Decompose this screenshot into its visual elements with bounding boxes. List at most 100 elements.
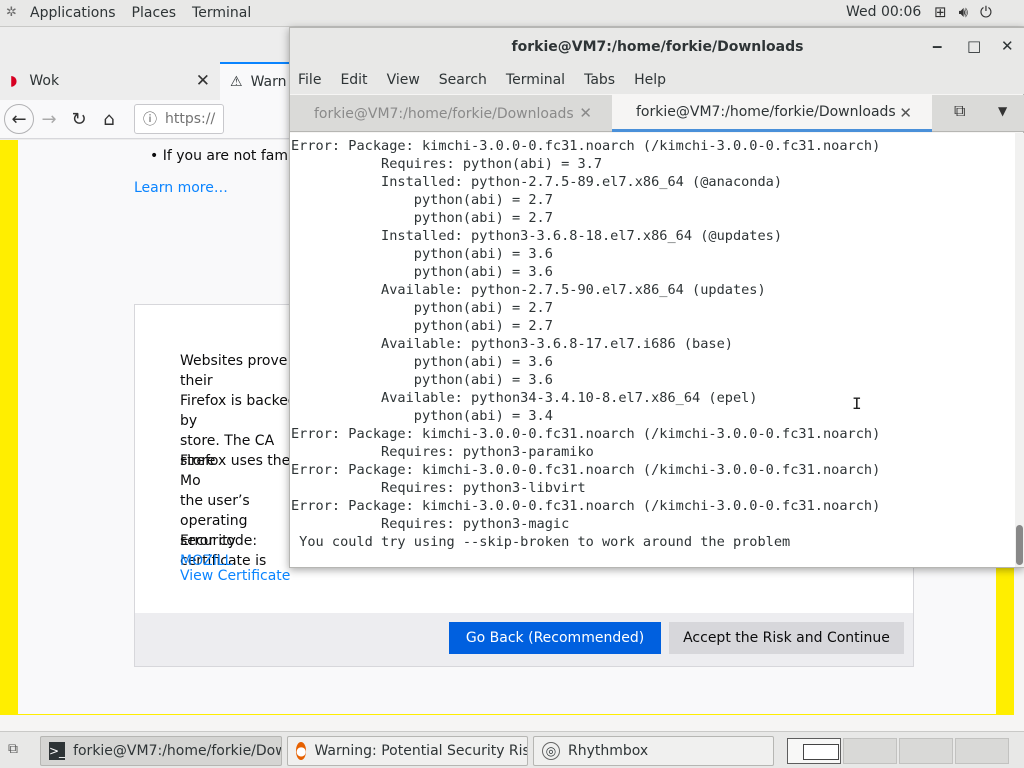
workspace-1[interactable] bbox=[787, 738, 841, 764]
terminal-line: Installed: python-2.7.5-89.el7.x86_64 (@… bbox=[291, 174, 783, 190]
tab-label: Wok bbox=[29, 73, 60, 89]
places-label: Places bbox=[131, 5, 177, 21]
terminal-line: Error: Package: kimchi-3.0.0-0.fc31.noar… bbox=[291, 426, 881, 442]
close-icon[interactable]: ✕ bbox=[579, 104, 592, 122]
terminal-line: Requires: python3-magic bbox=[291, 516, 570, 532]
url-bar[interactable]: ⓘ https:// bbox=[134, 104, 224, 134]
terminal-icon: >_ bbox=[49, 742, 66, 760]
applications-icon: ✲ bbox=[6, 5, 17, 20]
places-menu[interactable]: Places bbox=[124, 0, 185, 27]
clock[interactable]: Wed 00:06 bbox=[846, 4, 921, 20]
show-desktop-icon[interactable]: ⧉ bbox=[8, 741, 18, 757]
firefox-tab-strip: ◗ Wok ✕ ⚠ Warn bbox=[0, 62, 290, 100]
terminal-app-menu[interactable]: Terminal bbox=[184, 0, 259, 27]
workspace-4[interactable] bbox=[955, 738, 1009, 764]
terminal-line: python(abi) = 2.7 bbox=[291, 210, 553, 226]
firefox-tab-warning[interactable]: ⚠ Warn bbox=[220, 62, 290, 100]
applications-menu[interactable]: ✲ Applications bbox=[0, 0, 124, 27]
workspace-3[interactable] bbox=[899, 738, 953, 764]
terminal-menubar: File Edit View Search Terminal Tabs Help bbox=[290, 66, 1024, 94]
terminal-line: Requires: python3-paramiko bbox=[291, 444, 594, 460]
window-title: forkie@VM7:/home/forkie/Downloads bbox=[511, 39, 804, 55]
window-list: ⧉ >_ forkie@VM7:/home/forkie/Dow... ● Wa… bbox=[0, 731, 1024, 768]
close-icon[interactable]: ✕ bbox=[196, 71, 210, 91]
url-text: https:// bbox=[165, 111, 216, 127]
error-code-link[interactable]: MOZILL bbox=[180, 553, 232, 569]
terminal-tab-2[interactable]: forkie@VM7:/home/forkie/Downloads ✕ bbox=[612, 95, 932, 132]
view-certificate-link[interactable]: View Certificate bbox=[180, 568, 290, 584]
system-tray[interactable]: ⊞ 🔊︎ ⏻ bbox=[934, 3, 992, 21]
task-label: Rhythmbox bbox=[568, 743, 649, 759]
pocket-icon: ◗ bbox=[10, 73, 18, 89]
firefox-tab-wok[interactable]: ◗ Wok ✕ bbox=[0, 62, 220, 100]
menu-tabs[interactable]: Tabs bbox=[584, 72, 623, 88]
menu-search[interactable]: Search bbox=[439, 72, 495, 88]
terminal-tab-strip: forkie@VM7:/home/forkie/Downloads ✕ fork… bbox=[290, 95, 1024, 132]
terminal-titlebar[interactable]: forkie@VM7:/home/forkie/Downloads bbox=[290, 28, 1024, 66]
terminal-line: Error: Package: kimchi-3.0.0-0.fc31.noar… bbox=[291, 498, 881, 514]
terminal-window: forkie@VM7:/home/forkie/Downloads ‒ □ ✕ … bbox=[289, 27, 1024, 568]
terminal-line: Available: python34-3.4.10-8.el7.x86_64 … bbox=[291, 390, 758, 406]
warning-icon: ⚠ bbox=[230, 74, 243, 90]
task-rhythmbox[interactable]: ◎ Rhythmbox bbox=[533, 736, 774, 766]
menu-view[interactable]: View bbox=[387, 72, 428, 88]
arrow-right-icon: → bbox=[41, 108, 57, 130]
terminal-scrollbar[interactable] bbox=[1015, 133, 1024, 567]
terminal-line: You could try using --skip-broken to wor… bbox=[291, 534, 791, 550]
chevron-down-icon[interactable]: ▼ bbox=[998, 104, 1007, 118]
arrow-left-icon: ← bbox=[11, 108, 27, 130]
menu-file[interactable]: File bbox=[298, 72, 329, 88]
volume-icon: 🔊︎ bbox=[958, 3, 969, 21]
terminal-output[interactable]: Error: Package: kimchi-3.0.0-0.fc31.noar… bbox=[290, 133, 1015, 567]
power-icon: ⏻ bbox=[980, 3, 992, 21]
terminal-line: python(abi) = 3.6 bbox=[291, 354, 553, 370]
terminal-line: Error: Package: kimchi-3.0.0-0.fc31.noar… bbox=[291, 138, 881, 154]
task-terminal[interactable]: >_ forkie@VM7:/home/forkie/Dow... bbox=[40, 736, 282, 766]
tab-label: Warn bbox=[250, 74, 287, 90]
terminal-tab-1[interactable]: forkie@VM7:/home/forkie/Downloads ✕ bbox=[290, 95, 612, 132]
terminal-app-label: Terminal bbox=[192, 5, 252, 21]
menu-help[interactable]: Help bbox=[634, 72, 674, 88]
task-firefox[interactable]: ● Warning: Potential Security Risk ... bbox=[287, 736, 528, 766]
terminal-line: python(abi) = 2.7 bbox=[291, 318, 553, 334]
maximize-button[interactable]: □ bbox=[967, 37, 981, 55]
close-button[interactable]: ✕ bbox=[1001, 37, 1014, 55]
firefox-nav-bar: ← → ↻ ⌂ ⓘ https:// bbox=[0, 100, 290, 139]
terminal-line: python(abi) = 3.4 bbox=[291, 408, 553, 424]
firefox-icon: ● bbox=[296, 742, 307, 760]
terminal-line: Requires: python3-libvirt bbox=[291, 480, 586, 496]
terminal-line: Error: Package: kimchi-3.0.0-0.fc31.noar… bbox=[291, 462, 881, 478]
close-icon[interactable]: ✕ bbox=[899, 104, 912, 122]
applications-label: Applications bbox=[30, 5, 116, 21]
task-label: forkie@VM7:/home/forkie/Dow... bbox=[73, 743, 282, 759]
learn-more-link[interactable]: Learn more… bbox=[134, 180, 228, 196]
rhythmbox-icon: ◎ bbox=[542, 742, 560, 760]
accept-risk-button[interactable]: Accept the Risk and Continue bbox=[669, 622, 904, 654]
terminal-line: python(abi) = 2.7 bbox=[291, 192, 553, 208]
text-cursor-icon: I bbox=[852, 394, 862, 413]
top-bar: ✲ Applications Places Terminal Wed 00:06… bbox=[0, 0, 1024, 27]
terminal-line: python(abi) = 2.7 bbox=[291, 300, 553, 316]
workspace-window-thumb bbox=[803, 744, 839, 760]
menu-edit[interactable]: Edit bbox=[340, 72, 375, 88]
info-icon: ⓘ bbox=[143, 112, 157, 128]
terminal-line: python(abi) = 3.6 bbox=[291, 246, 553, 262]
back-button[interactable]: ← bbox=[4, 104, 34, 134]
home-button[interactable]: ⌂ bbox=[94, 104, 124, 134]
tab-label: forkie@VM7:/home/forkie/Downloads bbox=[636, 104, 896, 120]
workspace-2[interactable] bbox=[843, 738, 897, 764]
forward-button[interactable]: → bbox=[34, 104, 64, 134]
reload-button[interactable]: ↻ bbox=[64, 104, 94, 134]
minimize-button[interactable]: ‒ bbox=[932, 37, 942, 55]
menu-terminal[interactable]: Terminal bbox=[506, 72, 573, 88]
terminal-line: python(abi) = 3.6 bbox=[291, 372, 553, 388]
terminal-line: Installed: python3-3.6.8-18.el7.x86_64 (… bbox=[291, 228, 783, 244]
advanced-panel-footer: Go Back (Recommended) Accept the Risk an… bbox=[135, 613, 913, 666]
network-icon: ⊞ bbox=[934, 3, 947, 21]
firefox-scrollbar[interactable] bbox=[1014, 568, 1024, 715]
go-back-button[interactable]: Go Back (Recommended) bbox=[449, 622, 661, 654]
new-tab-icon[interactable]: ⧉ bbox=[954, 101, 965, 121]
tab-label: forkie@VM7:/home/forkie/Downloads bbox=[314, 105, 574, 122]
task-label: Warning: Potential Security Risk ... bbox=[314, 743, 527, 759]
scrollbar-thumb[interactable] bbox=[1016, 525, 1023, 565]
